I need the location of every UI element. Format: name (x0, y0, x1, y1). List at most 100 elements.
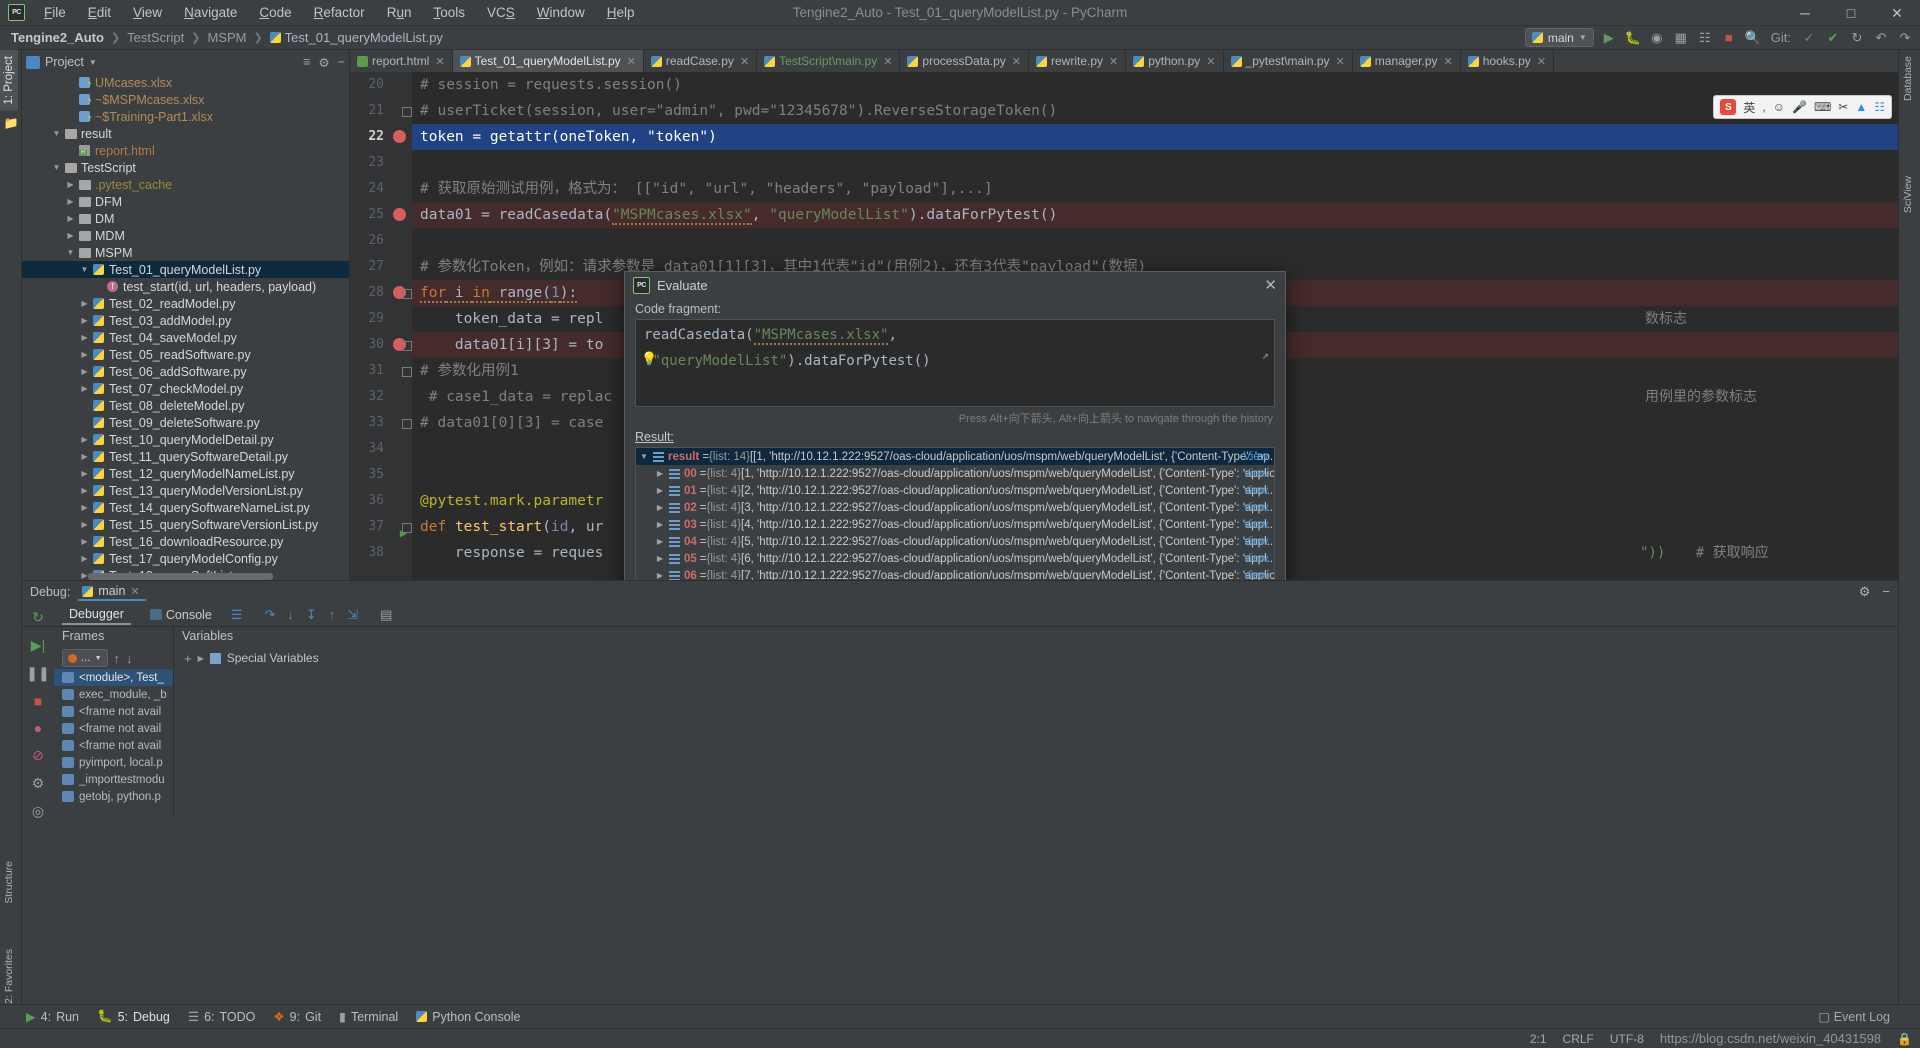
attach-icon[interactable]: ☷ (1696, 29, 1714, 47)
tool-tab-structure[interactable]: Structure (0, 855, 18, 910)
expand-editor-icon[interactable]: ↗ (1262, 342, 1269, 368)
chevron-down-icon[interactable]: ▼ (50, 129, 63, 138)
debug-icon[interactable]: 🐛 (1624, 29, 1642, 47)
editor-tab[interactable]: processData.py✕ (900, 50, 1029, 72)
view-value-link[interactable]: View (1243, 519, 1268, 531)
menu-tools[interactable]: Tools (422, 2, 476, 23)
chevron-right-icon[interactable]: ▶ (652, 554, 668, 563)
project-tree-item[interactable]: ▶Test_12_queryModelNameList.py (22, 465, 349, 482)
code-line[interactable]: data01 = readCasedata("MSPMcases.xlsx", … (412, 202, 1898, 228)
emoji-icon[interactable]: ☺ (1773, 100, 1785, 114)
gutter-line[interactable]: 20 (350, 72, 412, 98)
view-value-link[interactable]: View (1243, 536, 1268, 548)
file-encoding[interactable]: UTF-8 (1610, 1032, 1644, 1046)
run-to-cursor-icon[interactable]: ⇲ (347, 607, 358, 623)
line-separator[interactable]: CRLF (1563, 1032, 1594, 1046)
hide-panel-icon[interactable]: − (1882, 584, 1890, 600)
breadcrumb-mspm[interactable]: MSPM (204, 29, 249, 46)
mic-icon[interactable]: 🎤 (1792, 100, 1807, 114)
close-tab-icon[interactable]: ✕ (1336, 55, 1345, 68)
chevron-right-icon[interactable]: ▶ (78, 537, 91, 546)
tool-tab-sciview[interactable]: SciView (1899, 170, 1917, 219)
redo-icon[interactable]: ↷ (1896, 29, 1914, 47)
chevron-right-icon[interactable]: ▶ (78, 469, 91, 478)
mute-breakpoints-icon[interactable]: ⊘ (32, 747, 44, 764)
gutter-line[interactable]: 23 (350, 150, 412, 176)
comma-icon[interactable]: , (1762, 100, 1765, 114)
project-tree-item[interactable]: ▶Test_17_queryModelConfig.py (22, 550, 349, 567)
project-tree-item[interactable]: ▶Test_16_downloadResource.py (22, 533, 349, 550)
menu-vcs[interactable]: VCS (476, 2, 526, 23)
close-tab-icon[interactable]: ✕ (883, 55, 892, 68)
chevron-right-icon[interactable]: ▶ (652, 486, 668, 495)
menu-help[interactable]: Help (596, 2, 646, 23)
settings-gear-icon[interactable]: ⚙ (318, 55, 329, 70)
profile-icon[interactable]: ▦ (1672, 29, 1690, 47)
bottom-tab-todo[interactable]: ☰6: TODO (188, 1009, 256, 1024)
chevron-right-icon[interactable]: ▶ (64, 180, 77, 189)
caret-position[interactable]: 2:1 (1530, 1032, 1547, 1046)
evaluate-expression-icon[interactable]: ▤ (370, 607, 392, 623)
rerun-icon[interactable]: ↻ (32, 609, 44, 626)
result-tree-row[interactable]: ▶02= {list: 4} [3, 'http://10.12.1.222:9… (636, 499, 1274, 516)
project-tree-item[interactable]: ▶Test_11_querySoftwareDetail.py (22, 448, 349, 465)
result-tree-row[interactable]: ▶04= {list: 4} [5, 'http://10.12.1.222:9… (636, 533, 1274, 550)
pause-icon[interactable]: ❚❚ (26, 665, 49, 682)
project-tree-item[interactable]: ▶DFM (22, 193, 349, 210)
view-value-link[interactable]: View (1243, 553, 1268, 565)
chevron-right-icon[interactable]: ▶ (78, 316, 91, 325)
layout-icon[interactable]: ☰ (231, 607, 243, 623)
result-tree-row[interactable]: ▶00= {list: 4} [1, 'http://10.12.1.222:9… (636, 465, 1274, 482)
breadcrumb-project[interactable]: Tengine2_Auto (8, 29, 107, 46)
project-strip-icon[interactable]: 📁 (0, 111, 22, 135)
chevron-right-icon[interactable]: ▶ (78, 554, 91, 563)
bottom-tab-run[interactable]: ▶4: Run (26, 1009, 79, 1024)
close-tab-icon[interactable]: ✕ (435, 55, 444, 68)
grid-icon[interactable]: ☷ (1874, 100, 1885, 114)
code-line[interactable]: # session = requests.session() (412, 72, 1898, 98)
chevron-right-icon[interactable]: ▶ (78, 350, 91, 359)
chevron-right-icon[interactable]: ▶ (64, 231, 77, 240)
bottom-tab-python-console[interactable]: Python Console (416, 1010, 520, 1024)
tool-tab-database[interactable]: Database (1899, 50, 1917, 107)
view-value-link[interactable]: View (1243, 502, 1268, 514)
git-history-icon[interactable]: ↻ (1848, 29, 1866, 47)
project-tree-item[interactable]: ▶Test_02_readModel.py (22, 295, 349, 312)
variables-row-special[interactable]: + ▶ Special Variables (174, 647, 1898, 665)
toolbox-icon[interactable]: ▲ (1855, 100, 1867, 114)
breakpoint-icon[interactable] (393, 208, 406, 221)
project-tree-item[interactable]: ftest_start(id, url, headers, payload) (22, 278, 349, 295)
chevron-right-icon[interactable]: ▶ (78, 435, 91, 444)
menu-window[interactable]: Window (526, 2, 596, 23)
chevron-right-icon[interactable]: ▶ (78, 299, 91, 308)
project-tree-item[interactable]: ▼result (22, 125, 349, 142)
tool-tab-project[interactable]: 1: Project (0, 50, 18, 111)
project-tree-item[interactable]: ?~$Training-Part1.xlsx (22, 108, 349, 125)
result-tree-row[interactable]: ▼result= {list: 14} [[1, 'http://10.12.1… (636, 448, 1274, 465)
git-update-icon[interactable]: ✓ (1800, 29, 1818, 47)
chevron-right-icon[interactable]: ▶ (652, 537, 668, 546)
code-fragment-input[interactable]: readCasedata("MSPMcases.xlsx", "queryMod… (635, 319, 1275, 407)
hide-panel-icon[interactable]: − (338, 55, 345, 70)
bottom-tab-git[interactable]: ❖9: Git (273, 1009, 321, 1024)
project-tree-item[interactable]: ▼TestScript (22, 159, 349, 176)
frame-row[interactable]: <frame not avail (54, 703, 173, 720)
close-tab-icon[interactable]: ✕ (1537, 55, 1546, 68)
project-tree-item[interactable]: ▼MSPM (22, 244, 349, 261)
gutter-line[interactable]: 29 (350, 306, 412, 332)
coverage-icon[interactable]: ◉ (1648, 29, 1666, 47)
chevron-right-icon[interactable]: ▶ (652, 503, 668, 512)
step-out-icon[interactable]: ↑ (329, 607, 336, 622)
project-tree-item[interactable]: ▶Test_13_queryModelVersionList.py (22, 482, 349, 499)
undo-icon[interactable]: ↶ (1872, 29, 1890, 47)
chevron-right-icon[interactable]: ▶ (78, 452, 91, 461)
view-breakpoints-icon[interactable]: ● (34, 720, 42, 736)
main-menu[interactable]: File Edit View Navigate Code Refactor Ru… (33, 2, 646, 23)
tool-tab-favorites[interactable]: 2: Favorites (0, 943, 18, 1010)
project-tree-item[interactable]: ▶Test_15_querySoftwareVersionList.py (22, 516, 349, 533)
stop-icon[interactable]: ■ (1720, 29, 1738, 47)
lock-icon[interactable]: 🔒 (1897, 1032, 1912, 1046)
event-log-button[interactable]: ▢ Event Log (1818, 1009, 1890, 1024)
view-value-link[interactable]: View (1243, 485, 1268, 497)
view-value-link[interactable]: View (1243, 451, 1268, 463)
